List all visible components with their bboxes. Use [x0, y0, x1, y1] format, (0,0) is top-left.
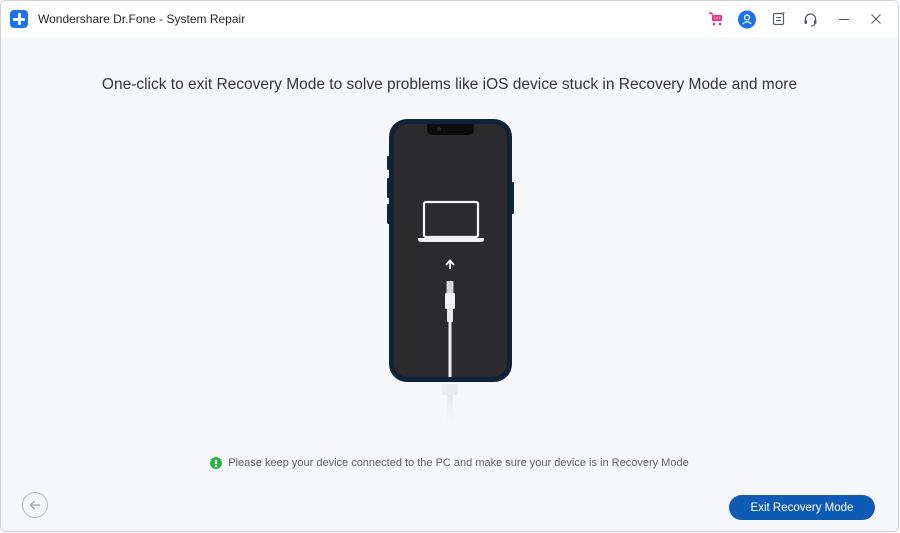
- arrow-left-icon: [29, 500, 40, 510]
- feedback-icon[interactable]: [770, 10, 788, 28]
- drfone-logo-icon: [10, 10, 28, 28]
- support-headset-icon[interactable]: [801, 10, 819, 28]
- user-avatar-icon[interactable]: [738, 10, 756, 28]
- app-title: Wondershare Dr.Fone - System Repair: [38, 12, 246, 26]
- notice-text: Please keep your device connected to the…: [228, 457, 689, 469]
- app-window: Wondershare Dr.Fone - System Repair One-…: [0, 0, 899, 532]
- back-button[interactable]: [22, 492, 48, 518]
- minimize-icon[interactable]: [835, 10, 853, 28]
- info-check-icon: [210, 457, 223, 469]
- exit-recovery-mode-button[interactable]: Exit Recovery Mode: [729, 495, 875, 520]
- usb-cable: [442, 384, 458, 435]
- page-heading: One-click to exit Recovery Mode to solve…: [101, 76, 798, 93]
- recovery-mode-illustration: [386, 118, 516, 448]
- connection-notice: Please keep your device connected to the…: [1, 457, 898, 469]
- close-icon[interactable]: [867, 10, 885, 28]
- cart-icon[interactable]: [707, 10, 725, 28]
- title-bar: Wondershare Dr.Fone - System Repair: [1, 1, 898, 37]
- phone-notch: [427, 124, 474, 135]
